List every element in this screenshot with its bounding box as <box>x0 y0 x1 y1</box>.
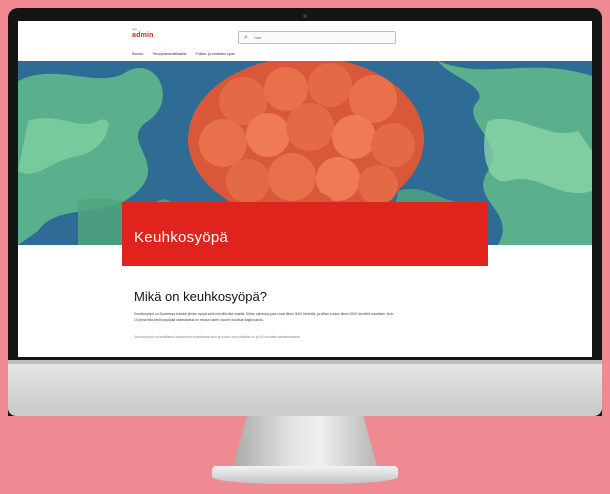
article-heading: Mikä on keuhkosyöpä? <box>134 289 267 304</box>
page-title: Keuhkosyöpä <box>134 229 229 246</box>
search-input[interactable]: ⌕ Hae <box>238 31 396 44</box>
hero-title-box: Keuhkosyöpä <box>122 202 488 266</box>
search-placeholder: Hae <box>254 35 262 40</box>
paragraph: Keuhkosyöpä on tavallisesti tupakoinnin … <box>134 335 301 339</box>
screen: syo admin ⌕ Hae Etusivu Terveysammattila… <box>18 21 592 357</box>
chin-edge <box>8 360 602 364</box>
nav-item-home[interactable]: Etusivu <box>132 50 143 58</box>
paragraph-line: Keuhkosyöpä on Suomessa toiseksi yleisin… <box>134 312 394 316</box>
nav-item-patients[interactable]: Potilas- ja omaisten opas <box>196 50 235 58</box>
webcam <box>303 14 307 18</box>
paragraph-line: 15 prosenttia keuhkosyöpää sairastavista… <box>134 318 264 322</box>
site-logo[interactable]: admin <box>132 32 154 39</box>
monitor-stand-base <box>212 466 398 484</box>
monitor-chin <box>8 360 602 416</box>
main-nav: Etusivu Terveysammattilaisille Potilas- … <box>132 50 235 58</box>
search-icon: ⌕ <box>244 34 248 41</box>
site-header: syo admin ⌕ Hae Etusivu Terveysammattila… <box>18 21 592 61</box>
monitor-stand <box>232 416 378 470</box>
logo-tagline: syo <box>132 27 137 31</box>
nav-item-professionals[interactable]: Terveysammattilaisille <box>152 50 186 58</box>
